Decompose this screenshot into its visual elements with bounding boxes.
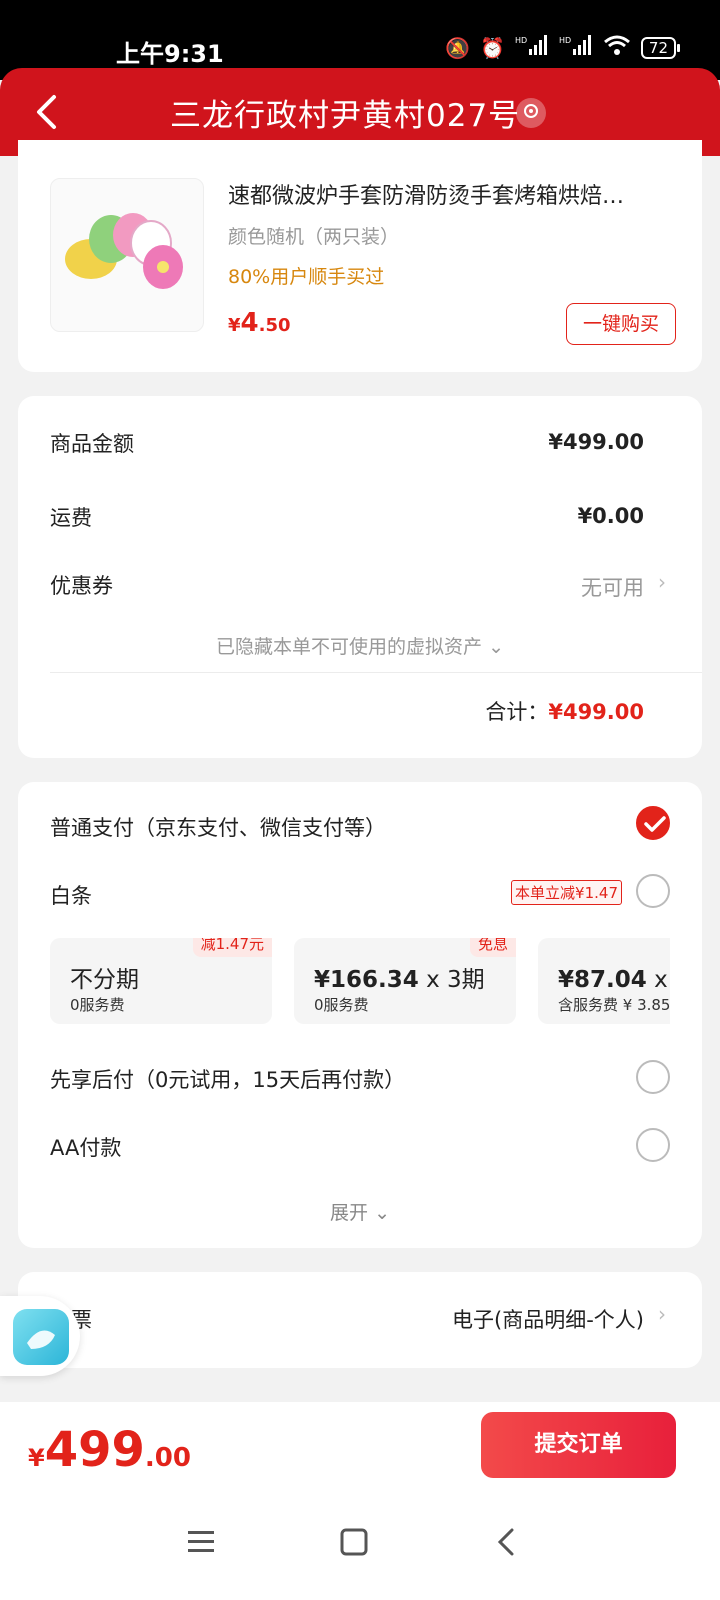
- floating-assistant[interactable]: [0, 1296, 80, 1376]
- price-decimal: .50: [258, 315, 291, 336]
- chevron-down-icon: ⌄: [488, 636, 504, 658]
- pay-later-radio[interactable]: [636, 1060, 670, 1094]
- payment-method-card: 普通支付（京东支付、微信支付等） 白条 本单立减¥1.47 不分期 0服务费 减…: [18, 782, 702, 1248]
- plan-main: 不分期: [70, 960, 139, 994]
- signal-icon-2: HD: [559, 35, 593, 60]
- chevron-right-icon[interactable]: ›: [658, 1302, 666, 1326]
- plan-main: ¥87.04 x 6期: [558, 960, 670, 994]
- coupon-label[interactable]: 优惠券: [50, 570, 113, 600]
- wifi-icon: [603, 34, 631, 61]
- product-thumbnail[interactable]: [50, 178, 204, 332]
- chevron-right-icon[interactable]: ›: [658, 570, 666, 594]
- price-decimal: .00: [144, 1443, 191, 1473]
- baitiao-label[interactable]: 白条: [50, 880, 92, 910]
- one-click-buy-button[interactable]: 一键购买: [566, 303, 676, 345]
- product-spec: 颜色随机（两只装）: [228, 226, 400, 248]
- plan-amount: ¥166.34: [314, 967, 419, 993]
- normal-pay-label[interactable]: 普通支付（京东支付、微信支付等）: [50, 812, 386, 842]
- battery-icon: 72: [640, 36, 681, 59]
- assistant-icon[interactable]: [13, 1309, 69, 1365]
- location-pin-icon[interactable]: [516, 98, 546, 128]
- total-row: 合计：¥499.00: [485, 696, 644, 726]
- back-arrow-icon[interactable]: [34, 94, 58, 130]
- coupon-value[interactable]: 无可用: [581, 572, 644, 602]
- baitiao-radio[interactable]: [636, 874, 670, 908]
- installment-plans[interactable]: 不分期 0服务费 减1.47元 ¥166.34 x 3期 0服务费 免息 ¥87…: [50, 938, 670, 1030]
- expand-label: 展开: [330, 1202, 369, 1224]
- plan-fee: 含服务费 ¥ 3.85: [558, 996, 670, 1014]
- goods-amount-label: 商品金额: [50, 432, 134, 456]
- checkout-bar: ¥499.00 提交订单: [0, 1402, 720, 1498]
- plan-main: ¥166.34 x 3期: [314, 960, 485, 994]
- svg-text:HD: HD: [559, 36, 571, 45]
- status-icons: 🔕 ⏰ HD HD 72: [445, 34, 681, 61]
- plan-amount: 不分期: [70, 967, 139, 993]
- invoice-value[interactable]: 电子(商品明细-个人): [452, 1304, 644, 1334]
- goods-amount-value: ¥499.00: [548, 430, 644, 454]
- plan-fee: 0服务费: [314, 996, 369, 1014]
- installment-plan-2[interactable]: ¥87.04 x 6期 含服务费 ¥ 3.85: [538, 938, 670, 1024]
- plan-x: x: [418, 967, 447, 993]
- baitiao-discount-badge: 本单立减¥1.47: [511, 880, 622, 905]
- chevron-down-icon: ⌄: [374, 1202, 390, 1224]
- product-price: ¥4.50: [228, 308, 291, 338]
- plan-fee: 0服务费: [70, 996, 125, 1014]
- recommend-product-card: 速都微波炉手套防滑防烫手套烤箱烘焙… 颜色随机（两只装） 80%用户顺手买过 ¥…: [18, 140, 702, 372]
- system-nav-bar: [0, 1498, 720, 1600]
- installment-plan-0[interactable]: 不分期 0服务费 减1.47元: [50, 938, 272, 1024]
- pay-later-label[interactable]: 先享后付（0元试用，15天后再付款）: [50, 1064, 405, 1094]
- menu-icon[interactable]: [182, 1522, 222, 1562]
- aa-pay-label[interactable]: AA付款: [50, 1132, 121, 1162]
- checkout-total: ¥499.00: [28, 1422, 191, 1478]
- hidden-assets-toggle[interactable]: 已隐藏本单不可使用的虚拟资产 ⌄: [18, 632, 702, 659]
- normal-pay-radio[interactable]: [636, 806, 670, 840]
- divider: [50, 672, 702, 673]
- total-label: 合计：: [485, 700, 549, 724]
- status-time: 上午9:31: [116, 40, 224, 68]
- total-value: ¥499.00: [548, 700, 644, 724]
- aa-pay-radio[interactable]: [636, 1128, 670, 1162]
- plan-amount: ¥87.04: [558, 967, 647, 993]
- alarm-icon: ⏰: [480, 35, 505, 60]
- home-icon[interactable]: [334, 1522, 374, 1562]
- plan-periods: 3期: [447, 967, 485, 993]
- shipping-value: ¥0.00: [577, 504, 644, 528]
- plan-x: x: [654, 967, 668, 993]
- signal-icon: HD: [515, 35, 549, 60]
- installment-plan-1[interactable]: ¥166.34 x 3期 0服务费 免息: [294, 938, 516, 1024]
- price-symbol: ¥: [228, 315, 241, 336]
- order-summary-card: 商品金额 ¥499.00 运费 ¥0.00 优惠券 无可用 › 已隐藏本单不可使…: [18, 396, 702, 758]
- plan-tag: 减1.47元: [192, 938, 272, 957]
- check-icon: [644, 816, 666, 832]
- shipping-label: 运费: [50, 506, 92, 530]
- price-symbol: ¥: [28, 1444, 45, 1472]
- svg-text:HD: HD: [515, 36, 527, 45]
- product-promo: 80%用户顺手买过: [228, 266, 385, 288]
- price-integer: 499: [44, 1422, 145, 1478]
- invoice-card[interactable]: 发票 电子(商品明细-个人) ›: [18, 1272, 702, 1368]
- product-title[interactable]: 速都微波炉手套防滑防烫手套烤箱烘焙…: [228, 178, 668, 210]
- submit-order-button[interactable]: 提交订单: [481, 1412, 676, 1478]
- expand-button[interactable]: 展开 ⌄: [18, 1198, 702, 1225]
- address-title[interactable]: 三龙行政村尹黄村027号: [170, 90, 520, 135]
- plan-tag: 免息: [469, 938, 516, 957]
- mute-icon: 🔕: [445, 35, 470, 60]
- back-icon[interactable]: [488, 1522, 528, 1562]
- hidden-assets-text: 已隐藏本单不可使用的虚拟资产: [216, 636, 483, 658]
- price-integer: 4: [240, 308, 259, 338]
